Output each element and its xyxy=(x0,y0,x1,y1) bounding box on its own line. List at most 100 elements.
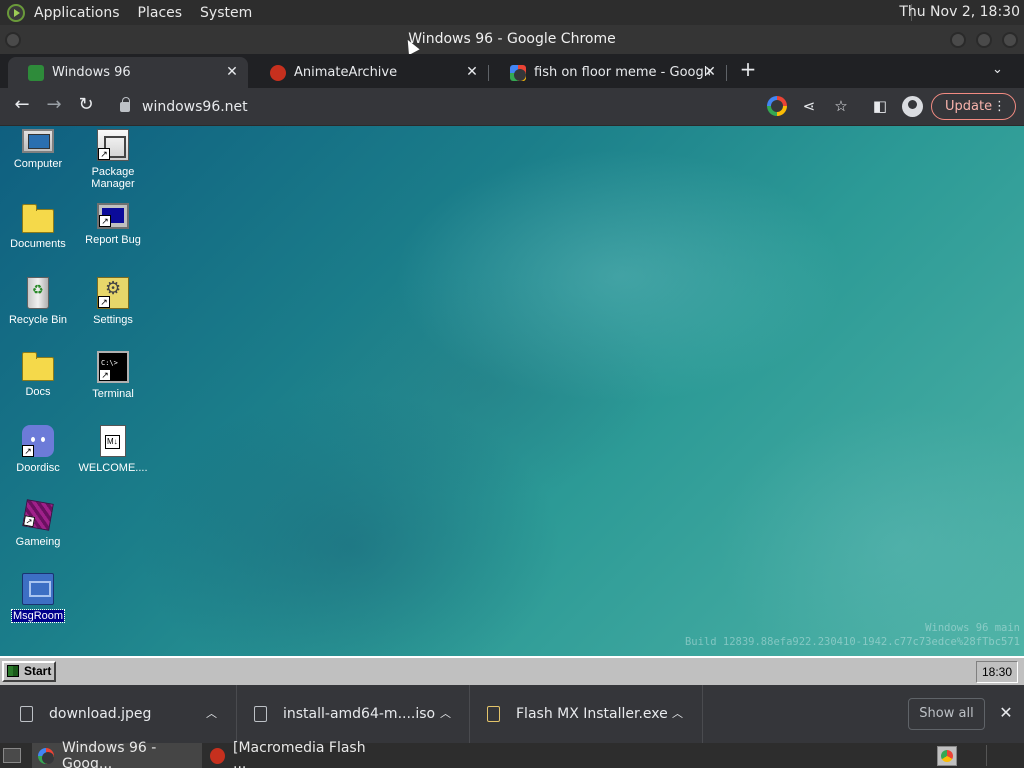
desktop-icon-welcome[interactable]: WELCOME.... xyxy=(75,425,151,474)
update-label: Update xyxy=(945,99,993,114)
task-label: Windows 96 - Goog... xyxy=(62,739,157,768)
tab-google-search[interactable]: fish on floor meme - Google S ✕ xyxy=(490,57,727,88)
chevron-up-icon[interactable]: ︿ xyxy=(440,705,451,721)
update-button[interactable]: Update ⋮ xyxy=(931,93,1016,120)
desktop-icon-label: MsgRoom xyxy=(10,609,66,623)
share-icon[interactable]: ⋖ xyxy=(799,96,819,116)
desktop-icon-docs[interactable]: Docs xyxy=(0,351,76,398)
desktop-icon-label: WELCOME.... xyxy=(78,462,148,474)
desktop-icon-label: Docs xyxy=(25,386,51,398)
tab-strip: Windows 96 ✕ AnimateArchive ✕ fish on fl… xyxy=(0,54,1024,88)
reload-icon[interactable]: ↻ xyxy=(74,94,98,115)
tab-close-icon[interactable]: ✕ xyxy=(224,64,240,80)
win96-tray-clock[interactable]: 18:30 xyxy=(976,661,1018,683)
back-icon[interactable]: ← xyxy=(10,94,34,115)
desktop-icon-label: Documents xyxy=(10,238,66,250)
desktop-icon-report-bug[interactable]: Report Bug xyxy=(75,203,151,246)
minimize-icon[interactable] xyxy=(950,32,966,48)
lock-icon[interactable] xyxy=(120,96,130,112)
desktop-icon-recycle-bin[interactable]: Recycle Bin xyxy=(0,277,76,326)
image-file-icon xyxy=(20,706,33,722)
tab-divider xyxy=(488,65,489,81)
url-text[interactable]: windows96.net xyxy=(142,99,248,115)
desktop-icon-label: Package xyxy=(91,166,135,178)
bookmark-star-icon[interactable]: ☆ xyxy=(831,96,851,116)
tab-divider xyxy=(726,65,727,81)
settings-icon xyxy=(97,277,129,309)
desktop-icon-label: Computer xyxy=(13,158,63,170)
chevron-up-icon[interactable]: ︿ xyxy=(672,705,683,721)
exe-file-icon xyxy=(487,706,500,722)
computer-icon xyxy=(22,129,54,153)
flash-icon xyxy=(210,747,225,764)
tab-search-chevron-icon[interactable]: ⌄ xyxy=(992,62,1003,77)
tab-windows96[interactable]: Windows 96 ✕ xyxy=(8,57,248,88)
menu-places[interactable]: Places xyxy=(138,5,183,21)
panel-clock[interactable]: Thu Nov 2, 18:30 xyxy=(899,4,1020,20)
new-tab-icon[interactable]: + xyxy=(737,57,759,81)
desktop-icon-terminal[interactable]: Terminal xyxy=(75,351,151,400)
profile-avatar-icon[interactable] xyxy=(902,96,923,117)
download-item[interactable]: download.jpeg ︿ xyxy=(20,685,236,743)
desktop-icon-documents[interactable]: Documents xyxy=(0,203,76,250)
google-lens-icon[interactable] xyxy=(767,96,787,116)
download-item[interactable]: install-amd64-m....iso ︿ xyxy=(254,685,470,743)
package-icon xyxy=(97,129,129,161)
tab-close-icon[interactable]: ✕ xyxy=(464,64,480,80)
folder-icon xyxy=(22,352,54,381)
menu-system[interactable]: System xyxy=(200,5,252,21)
tab-animatearchive[interactable]: AnimateArchive ✕ xyxy=(250,57,489,88)
window-titlebar[interactable]: Windows 96 - Google Chrome xyxy=(0,25,1024,55)
win96-taskbar: Start 18:30 xyxy=(0,656,1024,685)
chevron-up-icon[interactable]: ︿ xyxy=(206,705,217,721)
download-filename: download.jpeg xyxy=(49,706,152,722)
desktop-icon-doordisc[interactable]: Doordisc xyxy=(0,425,76,474)
start-logo-icon xyxy=(7,665,19,677)
desktop-icon-computer[interactable]: Computer xyxy=(0,129,76,170)
desktop-icon-label: Terminal xyxy=(92,388,134,400)
download-item[interactable]: Flash MX Installer.exe ︿ xyxy=(487,685,701,743)
panel-separator xyxy=(986,745,987,766)
address-bar[interactable]: windows96.net xyxy=(108,92,858,121)
start-label: Start xyxy=(24,664,52,678)
close-download-shelf-icon[interactable]: ✕ xyxy=(996,703,1016,722)
chrome-icon xyxy=(38,747,54,764)
google-favicon-icon xyxy=(510,64,526,81)
task-label: [Macromedia Flash ... xyxy=(233,739,366,768)
flash-favicon-icon xyxy=(270,64,286,81)
window-title: Windows 96 - Google Chrome xyxy=(408,31,616,47)
tab-label: AnimateArchive xyxy=(294,65,398,80)
download-separator xyxy=(236,685,237,743)
window-menu-icon[interactable] xyxy=(5,32,21,48)
show-desktop-icon[interactable] xyxy=(3,748,21,763)
win96-desktop[interactable]: Computer Documents Recycle Bin Docs Door… xyxy=(0,126,1024,656)
desktop-icon-label: Doordisc xyxy=(16,462,60,474)
folder-icon xyxy=(22,204,54,233)
tab-label: fish on floor meme - Google S xyxy=(534,65,710,80)
desktop-icon-package-manager[interactable]: Package Manager xyxy=(75,129,151,190)
desktop-icon-gameing[interactable]: Gameing xyxy=(0,499,76,548)
start-button[interactable]: Start xyxy=(2,661,56,682)
screen: Applications Places System Thu Nov 2, 18… xyxy=(0,0,1024,768)
taskbar-task-flash[interactable]: [Macromedia Flash ... xyxy=(204,739,374,768)
taskbar-task-chrome[interactable]: Windows 96 - Goog... xyxy=(32,739,202,768)
download-separator xyxy=(702,685,703,743)
maximize-icon[interactable] xyxy=(976,32,992,48)
tab-close-icon[interactable]: ✕ xyxy=(702,64,718,80)
side-panel-icon[interactable]: ◧ xyxy=(870,96,890,116)
show-all-button[interactable]: Show all xyxy=(908,698,985,730)
distro-logo-icon[interactable] xyxy=(7,3,25,22)
build-watermark-line2: Build 12839.88efa922.230410-1942.c77c73e… xyxy=(684,636,1020,648)
build-watermark-line1: Windows 96 main xyxy=(925,622,1020,634)
desktop-icon-settings[interactable]: Settings xyxy=(75,277,151,326)
menu-dots-icon[interactable]: ⋮ xyxy=(993,94,1006,119)
chrome-tray-icon[interactable] xyxy=(937,746,957,766)
desktop-icon-label: Gameing xyxy=(15,536,61,548)
close-window-icon[interactable] xyxy=(1002,32,1018,48)
forward-icon[interactable]: → xyxy=(42,94,66,115)
desktop-icon-label: Recycle Bin xyxy=(8,314,68,326)
desktop-icon-label: Settings xyxy=(93,314,133,326)
desktop-icon-msgroom[interactable]: MsgRoom xyxy=(0,573,76,623)
desktop-icon-label-line2: Manager xyxy=(91,178,135,190)
menu-applications[interactable]: Applications xyxy=(34,5,120,21)
